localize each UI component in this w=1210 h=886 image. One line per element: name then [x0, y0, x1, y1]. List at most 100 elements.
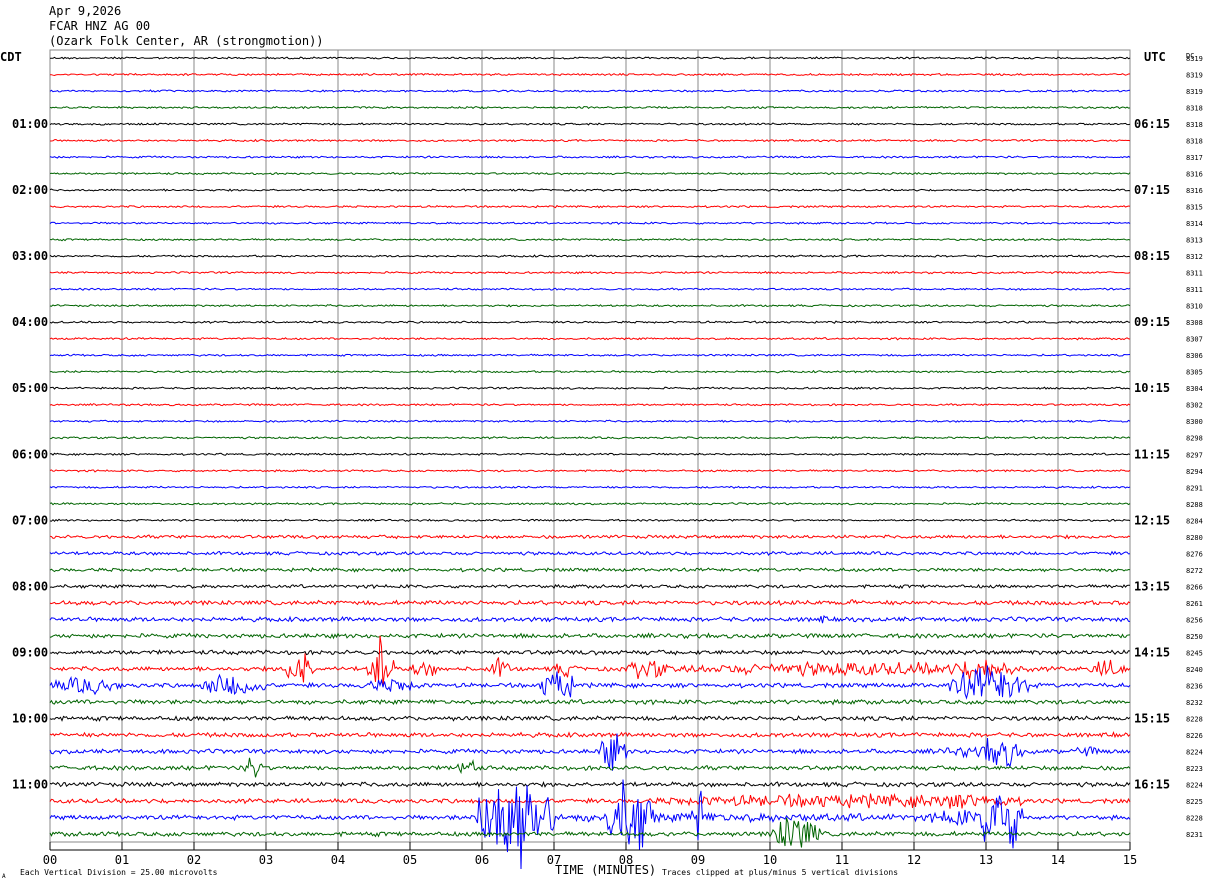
trace-17: [49, 337, 1131, 341]
dc-value: 8318: [1186, 121, 1203, 129]
dc-value: 8311: [1186, 286, 1203, 294]
dc-value: 8245: [1186, 649, 1203, 657]
utc-time-label: 10:15: [1134, 381, 1170, 395]
dc-value: 8304: [1186, 385, 1203, 393]
dc-value: 8272: [1186, 567, 1203, 575]
trace-28: [49, 518, 1131, 523]
utc-time-label: 09:15: [1134, 315, 1170, 329]
x-tick-label: 06: [475, 853, 489, 867]
trace-26: [49, 485, 1131, 489]
dc-value: 8280: [1186, 534, 1203, 542]
dc-value: 8284: [1186, 517, 1203, 525]
dc-value: 8319: [1186, 88, 1203, 96]
trace-29: [49, 534, 1131, 540]
trace-32: [49, 583, 1131, 590]
trace-35: [49, 632, 1131, 640]
x-tick-label: 10: [763, 853, 777, 867]
dc-value: 8223: [1186, 765, 1203, 773]
dc-value: 8228: [1186, 814, 1203, 822]
cdt-time-label: 02:00: [12, 183, 48, 197]
dc-value: 8226: [1186, 732, 1203, 740]
dc-value: 8316: [1186, 187, 1203, 195]
trace-12: [49, 254, 1131, 258]
traces: [49, 56, 1131, 870]
trace-37: [49, 635, 1131, 686]
trace-41: [49, 731, 1131, 739]
dc-value: 8307: [1186, 336, 1203, 344]
x-tick-label: 09: [691, 853, 705, 867]
cdt-time-label: 10:00: [12, 711, 48, 725]
trace-43: [49, 757, 1131, 778]
dc-value: 8250: [1186, 633, 1203, 641]
trace-44: [49, 781, 1131, 788]
x-axis-label: TIME (MINUTES): [555, 863, 656, 877]
dc-value: 8305: [1186, 369, 1203, 377]
plot-frame: [49, 49, 1131, 843]
dc-value: 8308: [1186, 319, 1203, 327]
cdt-time-label: 03:00: [12, 249, 48, 263]
dc-value: 8231: [1186, 831, 1203, 839]
trace-2: [49, 89, 1131, 93]
helicorder-plot: CDT UTC DC TIME (MINUTES) Each Vertical …: [0, 49, 1203, 880]
trace-47: [49, 817, 1131, 848]
trace-36: [49, 649, 1131, 656]
trace-3: [49, 105, 1131, 110]
trace-5: [50, 138, 1131, 143]
cdt-time-label: 08:00: [12, 579, 48, 593]
utc-time-label: 13:15: [1134, 579, 1170, 593]
trace-38: [49, 665, 1131, 700]
trace-40: [49, 714, 1131, 722]
trace-34: [49, 614, 1131, 624]
x-tick-label: 13: [979, 853, 993, 867]
x-tick-label: 08: [619, 853, 633, 867]
corner-mark: A: [2, 873, 6, 880]
trace-15: [49, 304, 1131, 308]
dc-value: 8261: [1186, 600, 1203, 608]
x-tick-label: 02: [187, 853, 201, 867]
cdt-time-label: 06:00: [12, 447, 48, 461]
utc-time-label: 12:15: [1134, 513, 1170, 527]
utc-time-label: 15:15: [1134, 711, 1170, 725]
x-tick-label: 12: [907, 853, 921, 867]
trace-18: [49, 353, 1131, 357]
utc-time-label: 07:15: [1134, 183, 1170, 197]
trace-6: [49, 155, 1131, 159]
trace-13: [49, 270, 1131, 275]
x-tick-label: 04: [331, 853, 345, 867]
x-tick-label: 05: [403, 853, 417, 867]
utc-axis-label: UTC: [1144, 50, 1166, 64]
dc-value: 8228: [1186, 715, 1203, 723]
trace-46: [49, 779, 1131, 870]
scale-text: Each Vertical Division = 25.00 microvolt…: [20, 868, 218, 877]
dc-value: 8315: [1186, 204, 1203, 212]
utc-time-label: 11:15: [1134, 447, 1170, 461]
dc-value: 8266: [1186, 583, 1203, 591]
cdt-time-label: 07:00: [12, 513, 48, 527]
dc-value: 8312: [1186, 253, 1203, 261]
dc-value: 8311: [1186, 270, 1203, 278]
trace-14: [49, 287, 1131, 291]
trace-4: [49, 122, 1131, 126]
dc-value: 8310: [1186, 303, 1203, 311]
dc-value: 8318: [1186, 138, 1203, 146]
dc-value: 8317: [1186, 154, 1203, 162]
dc-value: 8298: [1186, 435, 1203, 443]
dc-value: 8224: [1186, 781, 1203, 789]
utc-time-label: 14:15: [1134, 645, 1170, 659]
dc-value: 8319: [1186, 72, 1203, 80]
trace-42: [49, 733, 1131, 771]
trace-39: [49, 698, 1131, 706]
cdt-time-label: 05:00: [12, 381, 48, 395]
dc-value: 8313: [1186, 237, 1203, 245]
trace-33: [49, 599, 1131, 607]
trace-11: [49, 237, 1131, 242]
dc-value: 8232: [1186, 699, 1203, 707]
trace-10: [49, 221, 1131, 225]
dc-value: 8224: [1186, 748, 1203, 756]
trace-22: [49, 419, 1131, 423]
trace-0: [49, 56, 1131, 60]
trace-7: [49, 172, 1131, 176]
clip-text: Traces clipped at plus/minus 5 vertical …: [662, 868, 898, 877]
dc-value: 8302: [1186, 402, 1203, 410]
dc-value: 8319: [1186, 55, 1203, 63]
